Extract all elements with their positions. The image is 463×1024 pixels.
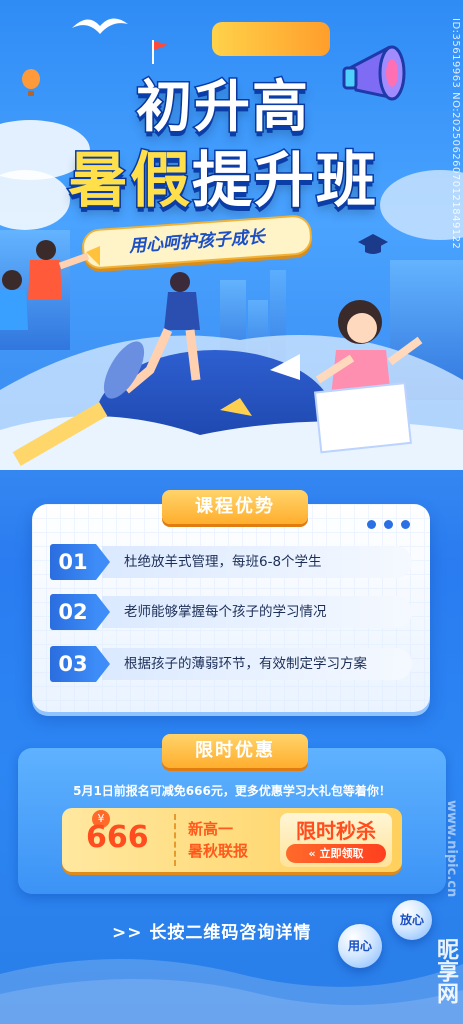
- advantages-tab: 课程优势: [162, 490, 308, 524]
- dot: [384, 520, 393, 529]
- bottom-wave: [0, 959, 463, 1024]
- arrow-icon: [96, 594, 110, 630]
- item-number: 03: [50, 646, 96, 682]
- advantage-item: 03 根据孩子的薄弱环节，有效制定学习方案: [50, 646, 412, 682]
- students-illustration: [0, 230, 463, 470]
- claim-button[interactable]: « 立即领取: [286, 844, 386, 863]
- advantage-item: 01 杜绝放羊式管理，每班6-8个学生: [50, 544, 412, 580]
- dot: [367, 520, 376, 529]
- window-dots: [367, 520, 410, 529]
- promo-description: 5月1日前报名可减免666元，更多优惠学习大礼包等着你！: [73, 784, 391, 798]
- coupon-course: 新高一 暑秋联报: [188, 818, 248, 862]
- item-text: 根据孩子的薄弱环节，有效制定学习方案: [102, 648, 412, 680]
- speech-bubble: [212, 22, 330, 56]
- item-number: 01: [50, 544, 96, 580]
- title-line-1: 初升高: [135, 74, 310, 142]
- title-line-2: 暑假提升班: [58, 132, 388, 219]
- title-class: 提升班: [191, 145, 378, 218]
- flag-icon: [152, 40, 168, 64]
- item-number: 02: [50, 594, 96, 630]
- coupon[interactable]: ¥ 666 新高一 暑秋联报 限时秒杀 « 立即领取: [62, 808, 402, 872]
- flash-sale-box: 限时秒杀 « 立即领取: [280, 813, 392, 867]
- hot-air-balloon-icon: [22, 69, 40, 96]
- arrow-icon: [96, 544, 110, 580]
- watermark-id: ID:35619963 NO:20250626070121849122: [450, 18, 461, 250]
- course-line-2: 暑秋联报: [188, 842, 249, 860]
- arrow-icon: [96, 646, 110, 682]
- advantage-item: 02 老师能够掌握每个孩子的学习情况: [50, 594, 412, 630]
- advantages-card: 01 杜绝放羊式管理，每班6-8个学生 02 老师能够掌握每个孩子的学习情况 0…: [32, 504, 430, 712]
- item-text: 杜绝放羊式管理，每班6-8个学生: [102, 546, 412, 578]
- watermark-logo: 昵享网: [433, 938, 458, 1004]
- item-text: 老师能够掌握每个孩子的学习情况: [102, 596, 412, 628]
- promo-panel: 5月1日前报名可减免666元，更多优惠学习大礼包等着你！ ¥ 666 新高一 暑…: [18, 748, 446, 894]
- seagull-icon: [72, 18, 128, 34]
- poster: 初升高 暑假提升班 用心呵护孩子成长 01 杜绝放羊式管理，每班6-8个学生 0…: [0, 0, 463, 1024]
- course-line-1: 新高一: [188, 820, 234, 838]
- watermark-url: www.nipic.cn: [444, 800, 459, 898]
- coupon-divider: [174, 814, 176, 866]
- dot: [401, 520, 410, 529]
- title-summer: 暑假: [67, 145, 192, 218]
- coupon-value: 666: [86, 820, 149, 855]
- flash-sale-label: 限时秒杀: [296, 819, 376, 843]
- promo-tab: 限时优惠: [162, 734, 308, 768]
